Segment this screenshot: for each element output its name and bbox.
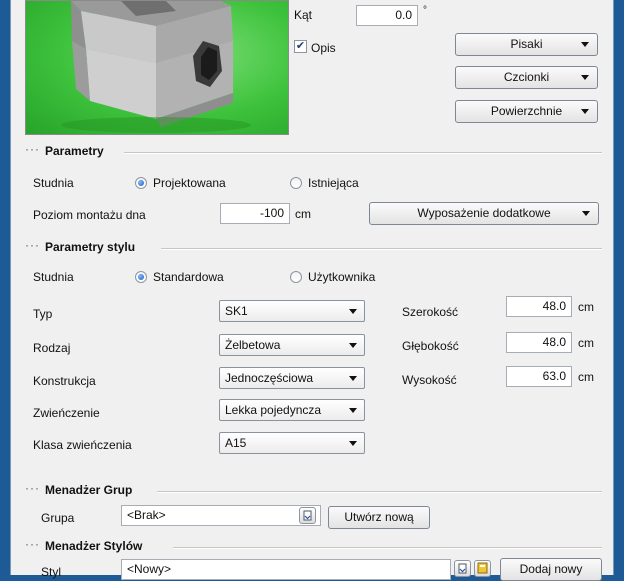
height-label: Wysokość bbox=[402, 373, 457, 387]
add-new-style-button[interactable]: Dodaj nowy bbox=[500, 558, 602, 581]
well-model-render bbox=[61, 1, 251, 133]
add-new-style-button-label: Dodaj nowy bbox=[519, 562, 583, 576]
chevron-down-icon bbox=[349, 376, 357, 381]
fonts-button[interactable]: Czcionki bbox=[455, 66, 598, 89]
depth-label: Głębokość bbox=[402, 339, 459, 353]
style-well-label: Studnia bbox=[33, 270, 74, 284]
description-checkbox-label: Opis bbox=[311, 41, 336, 55]
section-divider bbox=[157, 491, 602, 493]
section-title-group-manager: Menadżer Grup bbox=[45, 483, 133, 497]
width-unit: cm bbox=[578, 300, 594, 314]
chevron-down-icon bbox=[349, 441, 357, 446]
type-select-value: SK1 bbox=[225, 304, 248, 318]
extra-equipment-button[interactable]: Wyposażenie dodatkowe bbox=[369, 202, 599, 225]
depth-unit: cm bbox=[578, 336, 594, 350]
radio-user-label: Użytkownika bbox=[308, 270, 376, 284]
chevron-down-icon bbox=[349, 343, 357, 348]
surfaces-button-label: Powierzchnie bbox=[490, 104, 563, 118]
bottom-level-unit: cm bbox=[295, 207, 311, 221]
section-title-style-parameters: Parametry stylu bbox=[45, 240, 136, 254]
kind-select-value: Żelbetowa bbox=[225, 338, 281, 352]
well-label: Studnia bbox=[33, 176, 74, 190]
section-title-style-manager: Menadżer Stylów bbox=[45, 539, 143, 553]
dotted-marker-icon: ··· bbox=[25, 537, 40, 551]
3d-preview[interactable] bbox=[25, 0, 289, 135]
section-divider bbox=[124, 152, 602, 154]
dotted-marker-icon: ··· bbox=[25, 481, 40, 495]
top-select-value: Lekka pojedyncza bbox=[225, 403, 322, 417]
top-label: Zwieńczenie bbox=[33, 406, 100, 420]
style-library-icon[interactable] bbox=[474, 560, 491, 577]
construction-select-value: Jednoczęściowa bbox=[225, 371, 314, 385]
bottom-level-input[interactable]: -100 bbox=[220, 203, 290, 224]
group-label: Grupa bbox=[41, 511, 75, 525]
chevron-down-icon bbox=[581, 75, 589, 80]
type-label: Typ bbox=[33, 307, 53, 321]
angle-input[interactable]: 0.0 bbox=[356, 5, 418, 26]
description-checkbox[interactable]: ✔ bbox=[294, 40, 307, 53]
top-class-select-value: A15 bbox=[225, 436, 247, 450]
create-new-group-button-label: Utwórz nową bbox=[344, 510, 414, 524]
construction-select[interactable]: Jednoczęściowa bbox=[219, 367, 365, 389]
dotted-marker-icon: ··· bbox=[25, 238, 40, 252]
chevron-down-icon bbox=[582, 211, 590, 216]
section-divider bbox=[161, 248, 602, 250]
dotted-marker-icon: ··· bbox=[25, 142, 40, 156]
browse-group-icon[interactable] bbox=[299, 507, 316, 524]
browse-style-icon[interactable] bbox=[454, 560, 471, 577]
top-select[interactable]: Lekka pojedyncza bbox=[219, 399, 365, 421]
kind-label: Rodzaj bbox=[33, 341, 71, 355]
radio-standard-label: Standardowa bbox=[153, 270, 224, 284]
top-class-select[interactable]: A15 bbox=[219, 432, 365, 454]
group-field[interactable]: <Brak> bbox=[121, 505, 321, 526]
construction-label: Konstrukcja bbox=[33, 374, 96, 388]
kind-select[interactable]: Żelbetowa bbox=[219, 334, 365, 356]
chevron-down-icon bbox=[581, 109, 589, 114]
radio-standard[interactable] bbox=[135, 271, 147, 283]
chevron-down-icon bbox=[581, 42, 589, 47]
radio-designed-label: Projektowana bbox=[153, 176, 226, 190]
chevron-down-icon bbox=[349, 408, 357, 413]
angle-unit: ° bbox=[423, 5, 427, 16]
radio-user[interactable] bbox=[290, 271, 302, 283]
section-divider bbox=[173, 547, 602, 549]
depth-input[interactable]: 48.0 bbox=[506, 332, 572, 353]
radio-designed[interactable] bbox=[135, 177, 147, 189]
height-input[interactable]: 63.0 bbox=[506, 366, 572, 387]
type-select[interactable]: SK1 bbox=[219, 300, 365, 322]
angle-label: Kąt bbox=[294, 8, 313, 22]
height-unit: cm bbox=[578, 370, 594, 384]
top-class-label: Klasa zwieńczenia bbox=[33, 438, 132, 452]
pens-button-label: Pisaki bbox=[510, 37, 543, 51]
chevron-down-icon bbox=[349, 309, 357, 314]
radio-existing[interactable] bbox=[290, 177, 302, 189]
style-label: Styl bbox=[41, 565, 62, 579]
style-field[interactable]: <Nowy> bbox=[121, 559, 451, 580]
width-label: Szerokość bbox=[402, 305, 459, 319]
section-title-parameters: Parametry bbox=[45, 144, 104, 158]
surfaces-button[interactable]: Powierzchnie bbox=[455, 100, 598, 123]
create-new-group-button[interactable]: Utwórz nową bbox=[328, 506, 430, 529]
width-input[interactable]: 48.0 bbox=[506, 296, 572, 317]
extra-equipment-button-label: Wyposażenie dodatkowe bbox=[417, 206, 551, 220]
radio-existing-label: Istniejąca bbox=[308, 176, 359, 190]
bottom-level-label: Poziom montażu dna bbox=[33, 208, 146, 222]
fonts-button-label: Czcionki bbox=[503, 70, 550, 84]
pens-button[interactable]: Pisaki bbox=[455, 33, 598, 56]
well-properties-dialog: Kąt 0.0 ° ✔ Opis Pisaki Czcionki Powierz… bbox=[10, 0, 614, 581]
